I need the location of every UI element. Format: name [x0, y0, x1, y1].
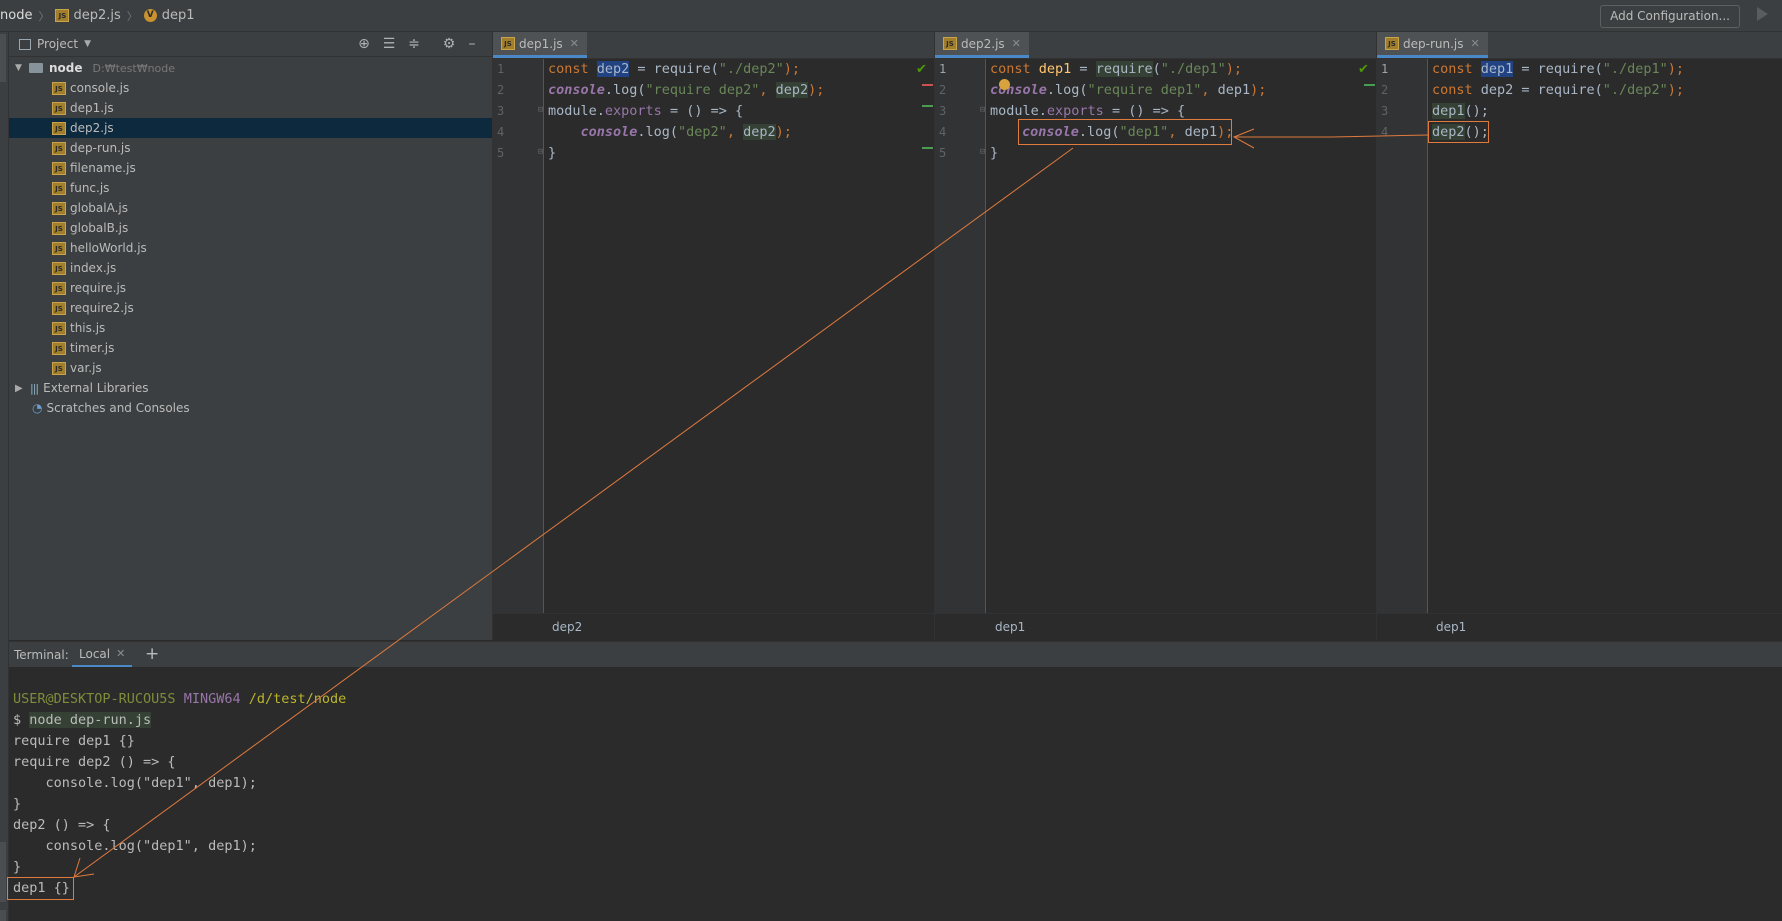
arrow-line: [1234, 134, 1429, 138]
arrowhead: [73, 857, 95, 878]
annotation-arrows: [73, 128, 1429, 878]
arrowhead: [1232, 128, 1255, 149]
arrow-line: [73, 147, 1074, 878]
